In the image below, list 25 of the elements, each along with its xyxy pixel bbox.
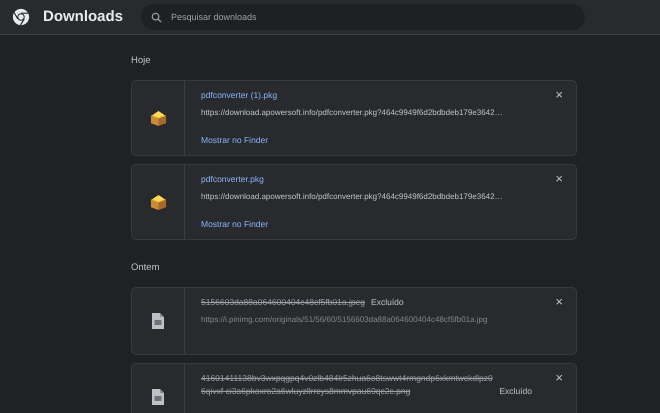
file-name-link[interactable]: 41601411138bv3wxpqgpq4v0zlb484lr5zhua6o8tswwt4rmgndp6xkmtwckdlpz06qivxf ci3a6pkoxro2a6wluyzllrrcys8mmvpau69qc2c.png (201, 372, 494, 398)
section-heading: Ontem (131, 262, 161, 273)
show-in-finder-link[interactable]: Mostrar no Finder (201, 135, 268, 145)
close-button[interactable]: × (552, 370, 566, 385)
package-box-icon (148, 110, 168, 126)
file-name-link[interactable]: pdfconverter.pkg (201, 173, 264, 186)
document-icon (151, 388, 165, 406)
page-title: Downloads (43, 8, 123, 26)
close-button[interactable]: × (552, 171, 566, 186)
source-url: https://download.apowersoft.info/pdfconverter.pkg?464c9949f6d2bdbdeb179e3642… (201, 192, 504, 201)
status-label: Excluído (371, 296, 404, 309)
source-url: https://download.apowersoft.info/pdfconverter.pkg?464c9949f6d2bdbdeb179e3642… (201, 108, 504, 117)
search-field[interactable]: Pesquisar downloads (141, 4, 585, 30)
file-name-link[interactable]: pdfconverter (1).pkg (201, 89, 278, 102)
show-in-finder-link[interactable]: Mostrar no Finder (201, 219, 268, 229)
search-icon (151, 12, 162, 23)
browser-logo-icon (12, 8, 30, 26)
package-box-icon (148, 194, 168, 210)
close-button[interactable]: × (552, 294, 566, 309)
close-button[interactable]: × (552, 87, 566, 102)
section-heading: Hoje (131, 55, 152, 66)
document-icon (151, 312, 165, 330)
source-url: https://i.pinimg.com/originals/51/56/60/5156603da88a064600404c48cf5fb01a.jpg (201, 315, 488, 324)
file-name-link[interactable]: 5156603da88a064600404c48cf5fb01a.jpeg (201, 296, 366, 309)
status-label: Excluído (499, 385, 532, 398)
